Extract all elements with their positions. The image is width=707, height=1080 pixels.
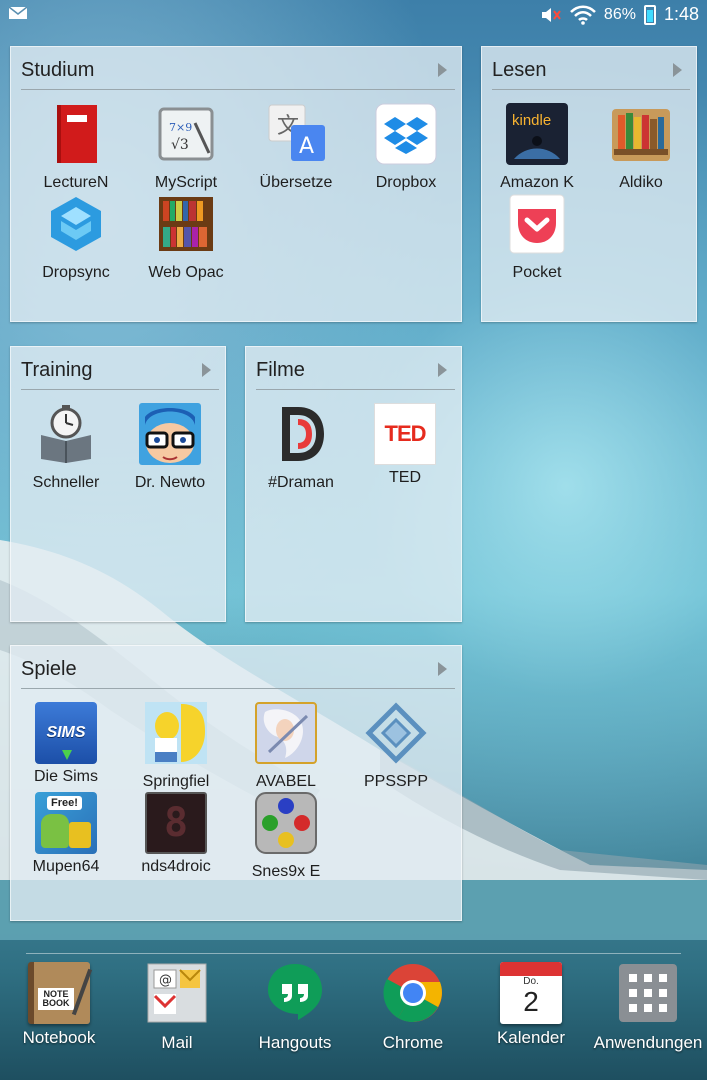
app-translate[interactable]: 文 A Übersetze bbox=[241, 103, 351, 192]
svg-text:@: @ bbox=[159, 973, 172, 988]
app-springfield[interactable]: Springfiel bbox=[121, 702, 231, 791]
nds4droid-icon: 8 bbox=[145, 792, 207, 854]
app-drnewton[interactable]: Dr. Newto bbox=[115, 403, 225, 492]
status-bar: 86% 1:48 bbox=[0, 0, 707, 30]
stopwatch-book-icon bbox=[41, 405, 91, 463]
hangouts-icon bbox=[268, 964, 322, 1020]
expand-arrow-icon[interactable] bbox=[673, 63, 682, 77]
folder-header: Lesen bbox=[492, 53, 690, 90]
plumbob-icon bbox=[62, 750, 72, 760]
sims-icon: SIMS bbox=[35, 702, 97, 764]
expand-arrow-icon[interactable] bbox=[438, 662, 447, 676]
dropsync-icon bbox=[51, 197, 101, 251]
folder-header: Studium bbox=[21, 53, 455, 90]
expand-arrow-icon[interactable] bbox=[438, 363, 447, 377]
folder-training[interactable]: Training Schneller Dr. Newto bbox=[10, 346, 226, 622]
pocket-icon bbox=[509, 194, 565, 254]
dock-chrome[interactable]: Chrome bbox=[354, 962, 472, 1053]
dock-hangouts[interactable]: Hangouts bbox=[236, 962, 354, 1053]
mupen64-icon: Free! bbox=[35, 792, 97, 854]
calendar-icon: Do. 2 bbox=[500, 962, 562, 1024]
app-snes9x[interactable]: Snes9x E bbox=[231, 792, 341, 881]
app-aldiko[interactable]: Aldiko bbox=[586, 103, 696, 192]
app-dropsync[interactable]: Dropsync bbox=[21, 193, 131, 282]
app-nds4droid[interactable]: 8 nds4droic bbox=[121, 792, 231, 876]
calendar-header bbox=[500, 962, 562, 976]
dock-notebook[interactable]: NOTE BOOK Notebook bbox=[0, 962, 118, 1048]
mail-app-icon: @ bbox=[147, 963, 207, 1023]
svg-text:√3: √3 bbox=[171, 137, 189, 153]
folder-header: Spiele bbox=[21, 652, 455, 689]
m-logo-icon bbox=[69, 822, 91, 848]
folder-studium[interactable]: Studium LectureN 7×9 √3 MyScript 文 A Übe… bbox=[10, 46, 462, 322]
aldiko-icon bbox=[612, 109, 670, 161]
dock-mail[interactable]: @ Mail bbox=[118, 962, 236, 1053]
app-ppsspp[interactable]: PPSSPP bbox=[341, 702, 451, 791]
notebook-icon: NOTE BOOK bbox=[28, 962, 93, 1024]
folder-title: Spiele bbox=[21, 658, 77, 680]
android-green-icon bbox=[41, 814, 69, 848]
app-dropbox[interactable]: Dropbox bbox=[351, 103, 461, 192]
books-shelf-icon bbox=[159, 197, 213, 251]
battery-percent: 86% bbox=[603, 5, 636, 23]
wifi-icon bbox=[570, 5, 596, 25]
kindle-icon: kindle bbox=[506, 103, 568, 165]
svg-text:7×9: 7×9 bbox=[169, 121, 192, 134]
app-kindle[interactable]: kindle Amazon K bbox=[482, 103, 592, 192]
dr-newton-icon bbox=[139, 403, 201, 465]
snes9x-icon bbox=[255, 792, 317, 854]
svg-text:kindle: kindle bbox=[512, 112, 551, 129]
dock-kalender[interactable]: Do. 2 Kalender bbox=[472, 962, 590, 1048]
app-dramanet[interactable]: #Draman bbox=[246, 403, 356, 492]
app-drawer-icon bbox=[619, 964, 677, 1022]
dock-anwendungen[interactable]: Anwendungen bbox=[589, 962, 707, 1053]
springfield-icon bbox=[145, 702, 207, 764]
folder-header: Filme bbox=[256, 353, 455, 390]
clock: 1:48 bbox=[663, 4, 699, 24]
app-sims[interactable]: SIMS Die Sims bbox=[11, 702, 121, 786]
folder-filme[interactable]: Filme #Draman TED TED bbox=[245, 346, 462, 622]
translate-icon: 文 A bbox=[268, 104, 325, 161]
notebook-red-icon bbox=[57, 105, 97, 163]
app-schneller[interactable]: Schneller bbox=[11, 403, 121, 492]
myscript-icon: 7×9 √3 bbox=[158, 107, 214, 161]
dock-divider bbox=[26, 953, 681, 954]
folder-spiele[interactable]: Spiele SIMS Die Sims Springfiel AVABEL P… bbox=[10, 645, 462, 921]
app-pocket[interactable]: Pocket bbox=[482, 193, 592, 282]
folder-title: Filme bbox=[256, 359, 305, 381]
ppsspp-icon bbox=[365, 702, 427, 764]
app-webopac[interactable]: Web Opac bbox=[131, 193, 241, 282]
battery-icon bbox=[643, 4, 656, 25]
expand-arrow-icon[interactable] bbox=[438, 63, 447, 77]
mute-icon bbox=[541, 7, 561, 22]
app-myscript[interactable]: 7×9 √3 MyScript bbox=[131, 103, 241, 192]
folder-title: Training bbox=[21, 359, 93, 381]
chrome-icon bbox=[383, 964, 442, 1022]
pen-icon bbox=[71, 968, 93, 1016]
folder-title: Studium bbox=[21, 59, 95, 81]
dramanet-icon bbox=[282, 407, 324, 461]
folder-lesen[interactable]: Lesen kindle Amazon K Aldiko Pocket bbox=[481, 46, 697, 322]
app-lecturenotes[interactable]: LectureN bbox=[21, 103, 131, 192]
dropbox-icon bbox=[375, 103, 437, 165]
folder-header: Training bbox=[21, 353, 219, 390]
folder-title: Lesen bbox=[492, 59, 547, 81]
ted-icon: TED bbox=[374, 403, 436, 465]
app-ted[interactable]: TED TED bbox=[350, 403, 460, 487]
expand-arrow-icon[interactable] bbox=[202, 363, 211, 377]
avabel-icon bbox=[255, 702, 317, 764]
mail-icon bbox=[9, 7, 27, 19]
svg-text:A: A bbox=[299, 134, 314, 159]
app-mupen64[interactable]: Free! Mupen64 bbox=[11, 792, 121, 876]
app-avabel[interactable]: AVABEL bbox=[231, 702, 341, 791]
